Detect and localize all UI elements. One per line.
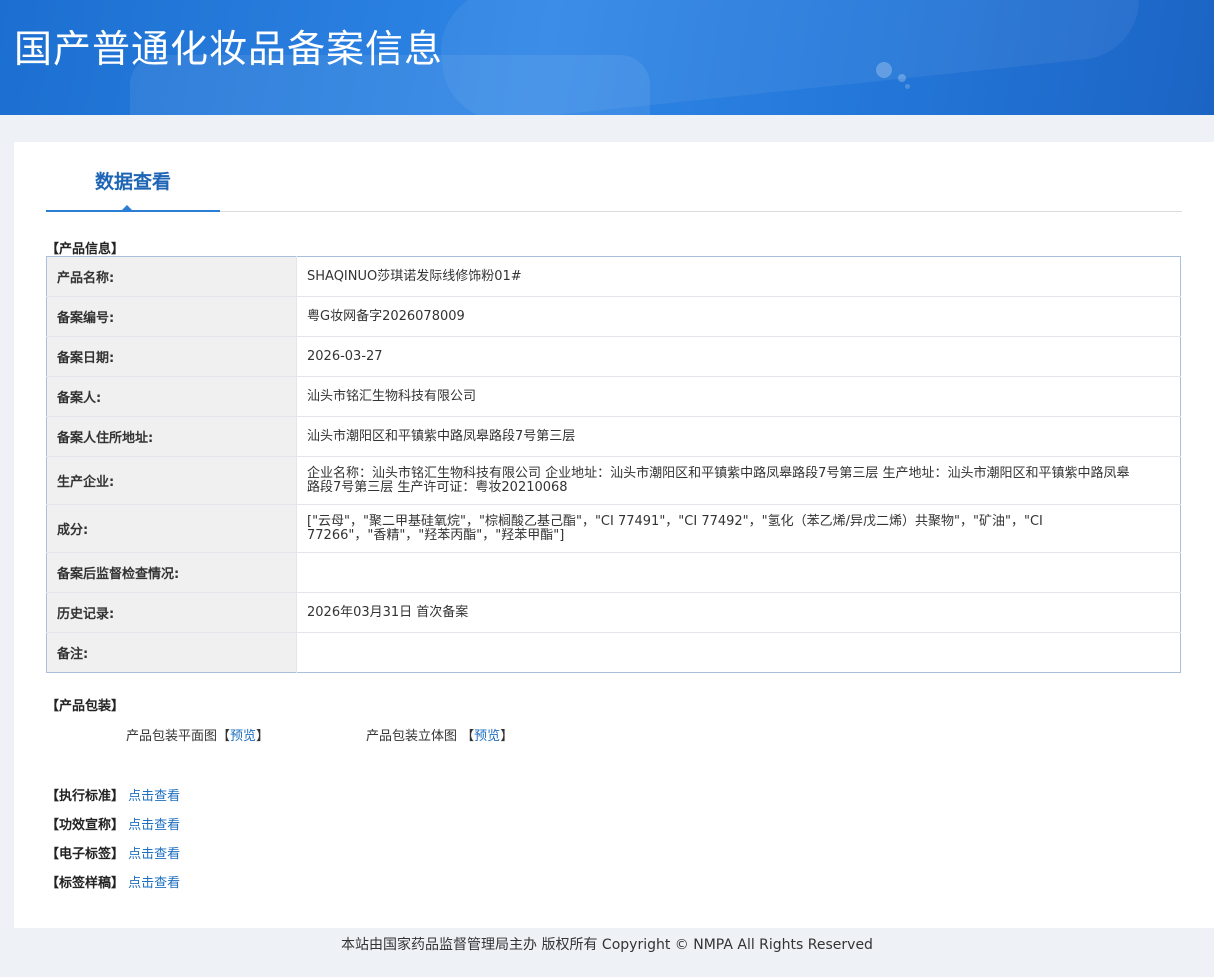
header-decoration [876,62,892,78]
header-decoration [905,84,910,89]
bracket-open: 【 [217,729,231,744]
row-key: 备案后监督检查情况: [46,552,297,593]
package-flat-view: 产品包装平面图【预览】 [126,725,269,744]
table-row: 成分: ["云母"，"聚二甲基硅氧烷"，"棕榈酸乙基己酯"，"CI 77491"… [46,504,1181,553]
row-value: 企业名称：汕头市铭汇生物科技有限公司 企业地址：汕头市潮阳区和平镇紫中路凤皋路段… [296,456,1181,505]
package-flat-label: 产品包装平面图 [126,729,218,744]
table-row: 备案人住所地址: 汕头市潮阳区和平镇紫中路凤皋路段7号第三层 [46,416,1181,457]
table-row: 备案编号: 粤G妆网备字2026078009 [46,296,1181,337]
standard-label: 【执行标准】 [46,789,125,804]
table-row: 备注: [46,632,1181,673]
e-label-label: 【电子标签】 [46,847,125,862]
label-sample-row: 【标签样稿】 点击查看 [46,872,180,891]
standard-row: 【执行标准】 点击查看 [46,785,180,804]
efficacy-row: 【功效宣称】 点击查看 [46,814,180,833]
row-key: 历史记录: [46,592,297,633]
bracket-close: 】 [256,729,270,744]
header-decoration [898,74,906,82]
row-key: 产品名称: [46,256,297,297]
preview-3d-link[interactable]: 预览 [474,729,500,744]
tab-data-view[interactable]: 数据查看 [46,142,220,212]
row-key: 备案日期: [46,336,297,377]
row-key: 成分: [46,504,297,553]
package-3d-label: 产品包装立体图 [366,729,458,744]
efficacy-label: 【功效宣称】 [46,818,125,833]
table-row: 生产企业: 企业名称：汕头市铭汇生物科技有限公司 企业地址：汕头市潮阳区和平镇紫… [46,456,1181,505]
table-row: 备案日期: 2026-03-27 [46,336,1181,377]
row-value [297,633,1181,673]
bracket-open: 【 [461,729,475,744]
label-sample-label: 【标签样稿】 [46,876,125,891]
row-value: 汕头市潮阳区和平镇紫中路凤皋路段7号第三层 [296,416,1181,457]
e-label-row: 【电子标签】 点击查看 [46,843,180,862]
page-header: 国产普通化妆品备案信息 [0,0,1214,115]
label-sample-view-link[interactable]: 点击查看 [128,876,180,891]
bracket-close: 】 [500,729,514,744]
row-value: 粤G妆网备字2026078009 [296,296,1181,337]
active-tab-caret-icon [121,205,133,211]
package-3d-view: 产品包装立体图 【预览】 [366,725,513,744]
row-value: 汕头市铭汇生物科技有限公司 [296,376,1181,417]
row-key: 备案人住所地址: [46,416,297,457]
row-key: 生产企业: [46,456,297,505]
content-panel: 数据查看 【产品信息】 产品名称: SHAQINUO莎琪诺发际线修饰粉01# 备… [14,142,1214,928]
preview-flat-link[interactable]: 预览 [230,729,256,744]
row-value: SHAQINUO莎琪诺发际线修饰粉01# [296,256,1181,297]
row-key: 备注: [46,632,297,673]
packaging-section-label: 【产品包装】 [46,699,125,714]
efficacy-view-link[interactable]: 点击查看 [128,818,180,833]
row-value: ["云母"，"聚二甲基硅氧烷"，"棕榈酸乙基己酯"，"CI 77491"，"CI… [296,504,1181,553]
product-info-section-label: 【产品信息】 [46,242,125,257]
table-row: 历史记录: 2026年03月31日 首次备案 [46,592,1181,633]
table-row: 产品名称: SHAQINUO莎琪诺发际线修饰粉01# [46,256,1181,297]
tab-bar: 数据查看 [46,142,1182,212]
standard-view-link[interactable]: 点击查看 [128,789,180,804]
footer-copyright: 本站由国家药品监督管理局主办 版权所有 Copyright © NMPA All… [341,937,873,953]
row-value: 2026-03-27 [296,336,1181,377]
table-row: 备案后监督检查情况: [46,552,1181,593]
row-key: 备案人: [46,376,297,417]
row-value [296,552,1181,593]
product-info-table: 产品名称: SHAQINUO莎琪诺发际线修饰粉01# 备案编号: 粤G妆网备字2… [46,256,1181,673]
row-key: 备案编号: [46,296,297,337]
row-value: 2026年03月31日 首次备案 [296,592,1181,633]
page-title: 国产普通化妆品备案信息 [14,27,444,71]
table-row: 备案人: 汕头市铭汇生物科技有限公司 [46,376,1181,417]
e-label-view-link[interactable]: 点击查看 [128,847,180,862]
